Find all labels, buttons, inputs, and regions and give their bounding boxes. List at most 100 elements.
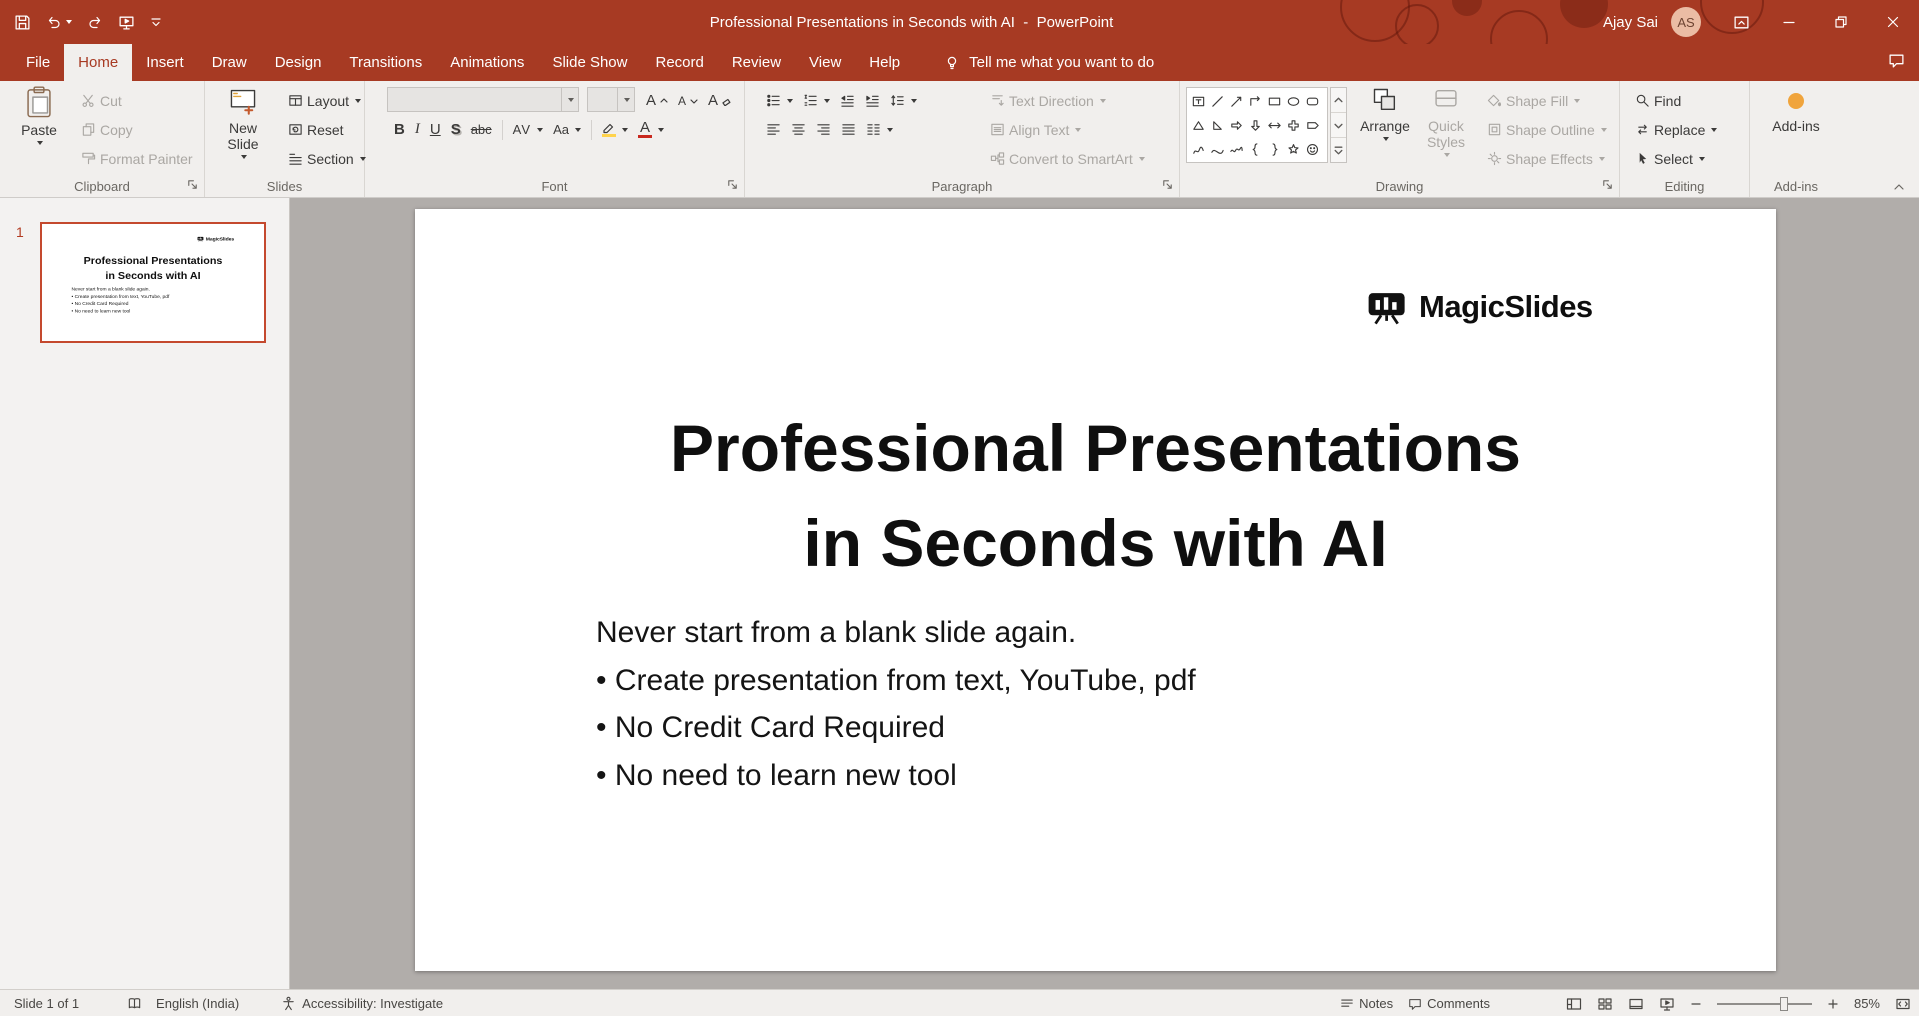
- italic-button[interactable]: I: [410, 119, 425, 140]
- shape-oval-icon[interactable]: [1284, 89, 1303, 113]
- avatar[interactable]: AS: [1671, 7, 1701, 37]
- shape-triangle-icon[interactable]: [1189, 113, 1208, 137]
- font-name-caret[interactable]: [561, 88, 578, 111]
- quick-styles-button[interactable]: Quick Styles: [1418, 85, 1474, 157]
- tab-transitions[interactable]: Transitions: [335, 44, 436, 81]
- font-name-combo[interactable]: [387, 87, 579, 112]
- shape-plus-icon[interactable]: [1284, 113, 1303, 137]
- shape-curve-icon[interactable]: [1208, 137, 1227, 161]
- comments-button[interactable]: Comments: [1408, 996, 1490, 1011]
- tab-animations[interactable]: Animations: [436, 44, 538, 81]
- change-case-button[interactable]: Aa: [548, 120, 586, 139]
- bullets-button[interactable]: [761, 91, 798, 110]
- paste-button[interactable]: Paste: [10, 85, 68, 145]
- justify-button[interactable]: [836, 120, 861, 139]
- undo-button[interactable]: [46, 14, 72, 30]
- accessibility-icon[interactable]: [281, 996, 296, 1011]
- accessibility-status[interactable]: Accessibility: Investigate: [302, 996, 443, 1011]
- shape-scribble-icon[interactable]: [1227, 137, 1246, 161]
- shape-arrow-right-icon[interactable]: [1227, 113, 1246, 137]
- tab-record[interactable]: Record: [641, 44, 717, 81]
- reset-button[interactable]: Reset: [283, 120, 349, 140]
- slide-thumbnail[interactable]: MagicSlides Professional Presentations i…: [40, 222, 266, 343]
- restore-button[interactable]: [1815, 0, 1867, 44]
- underline-button[interactable]: U: [425, 119, 446, 140]
- tab-review[interactable]: Review: [718, 44, 795, 81]
- increase-font-size-button[interactable]: A: [641, 90, 673, 111]
- replace-button[interactable]: Replace: [1630, 120, 1722, 140]
- tell-me-box[interactable]: Tell me what you want to do: [944, 54, 1154, 71]
- slide-body-textbox[interactable]: Never start from a blank slide again. • …: [596, 609, 1196, 799]
- shape-fill-button[interactable]: Shape Fill: [1482, 91, 1585, 111]
- numbering-button[interactable]: [798, 91, 835, 110]
- tab-design[interactable]: Design: [261, 44, 336, 81]
- align-text-button[interactable]: Align Text: [985, 120, 1086, 140]
- shapes-scroll-down-button[interactable]: [1331, 112, 1346, 138]
- copy-button[interactable]: Copy: [76, 120, 138, 140]
- zoom-in-button[interactable]: [1827, 998, 1839, 1010]
- minimize-button[interactable]: [1763, 0, 1815, 44]
- notes-button[interactable]: Notes: [1340, 996, 1393, 1011]
- zoom-out-button[interactable]: [1690, 998, 1702, 1010]
- shape-rectangle-icon[interactable]: [1265, 89, 1284, 113]
- zoom-level[interactable]: 85%: [1854, 996, 1880, 1011]
- shape-smiley-icon[interactable]: [1303, 137, 1322, 161]
- text-direction-button[interactable]: Text Direction: [985, 91, 1111, 111]
- redo-button[interactable]: [87, 14, 103, 30]
- shape-freeform-icon[interactable]: [1189, 137, 1208, 161]
- shape-outline-button[interactable]: Shape Outline: [1482, 120, 1612, 140]
- layout-button[interactable]: Layout: [283, 91, 366, 111]
- decrease-indent-button[interactable]: [835, 91, 860, 110]
- bold-button[interactable]: B: [389, 119, 410, 140]
- zoom-slider[interactable]: [1716, 996, 1812, 1011]
- start-slideshow-button[interactable]: [118, 14, 135, 31]
- find-button[interactable]: Find: [1630, 91, 1686, 111]
- shape-text-box-icon[interactable]: [1189, 89, 1208, 113]
- new-slide-button[interactable]: New Slide: [213, 85, 273, 159]
- font-size-combo[interactable]: [587, 87, 635, 112]
- shape-arrow-down-icon[interactable]: [1246, 113, 1265, 137]
- tab-file[interactable]: File: [12, 44, 64, 81]
- text-shadow-button[interactable]: S: [446, 119, 466, 140]
- shape-double-arrow-icon[interactable]: [1265, 113, 1284, 137]
- shape-pentagon-arrow-icon[interactable]: [1303, 113, 1322, 137]
- shape-elbow-connector-icon[interactable]: [1246, 89, 1265, 113]
- slideshow-view-button[interactable]: [1659, 996, 1675, 1012]
- customize-qat-button[interactable]: [150, 16, 162, 28]
- font-size-caret[interactable]: [617, 88, 634, 111]
- clear-formatting-button[interactable]: A: [703, 90, 737, 111]
- shapes-scroll-up-button[interactable]: [1331, 88, 1346, 112]
- slide-title-textbox[interactable]: Professional Presentations in Seconds wi…: [415, 401, 1776, 591]
- highlight-color-button[interactable]: [597, 121, 633, 139]
- shape-effects-button[interactable]: Shape Effects: [1482, 149, 1610, 169]
- align-left-button[interactable]: [761, 120, 786, 139]
- line-spacing-button[interactable]: [885, 91, 922, 110]
- section-button[interactable]: Section: [283, 149, 371, 169]
- shape-line-icon[interactable]: [1208, 89, 1227, 113]
- close-button[interactable]: [1867, 0, 1919, 44]
- tab-draw[interactable]: Draw: [198, 44, 261, 81]
- normal-view-button[interactable]: [1566, 996, 1582, 1012]
- shapes-more-button[interactable]: [1331, 138, 1346, 162]
- fit-slide-to-window-button[interactable]: [1895, 996, 1911, 1012]
- increase-indent-button[interactable]: [860, 91, 885, 110]
- shape-star-icon[interactable]: [1284, 137, 1303, 161]
- align-right-button[interactable]: [811, 120, 836, 139]
- collapse-ribbon-button[interactable]: [1893, 182, 1905, 192]
- shape-arrow-icon[interactable]: [1227, 89, 1246, 113]
- decrease-font-size-button[interactable]: A: [673, 92, 703, 110]
- language-indicator[interactable]: English (India): [156, 996, 239, 1011]
- save-button[interactable]: [14, 14, 31, 31]
- tab-insert[interactable]: Insert: [132, 44, 198, 81]
- convert-to-smartart-button[interactable]: Convert to SmartArt: [985, 149, 1150, 169]
- comments-shortcut-icon[interactable]: [1888, 52, 1905, 69]
- tab-view[interactable]: View: [795, 44, 855, 81]
- arrange-button[interactable]: Arrange: [1358, 85, 1412, 141]
- cut-button[interactable]: Cut: [76, 91, 127, 111]
- character-spacing-button[interactable]: AV: [508, 120, 548, 139]
- spellcheck-icon[interactable]: [127, 996, 142, 1011]
- slide-sorter-view-button[interactable]: [1597, 996, 1613, 1012]
- user-name[interactable]: Ajay Sai: [1603, 14, 1658, 31]
- align-center-button[interactable]: [786, 120, 811, 139]
- zoom-slider-thumb[interactable]: [1779, 996, 1788, 1011]
